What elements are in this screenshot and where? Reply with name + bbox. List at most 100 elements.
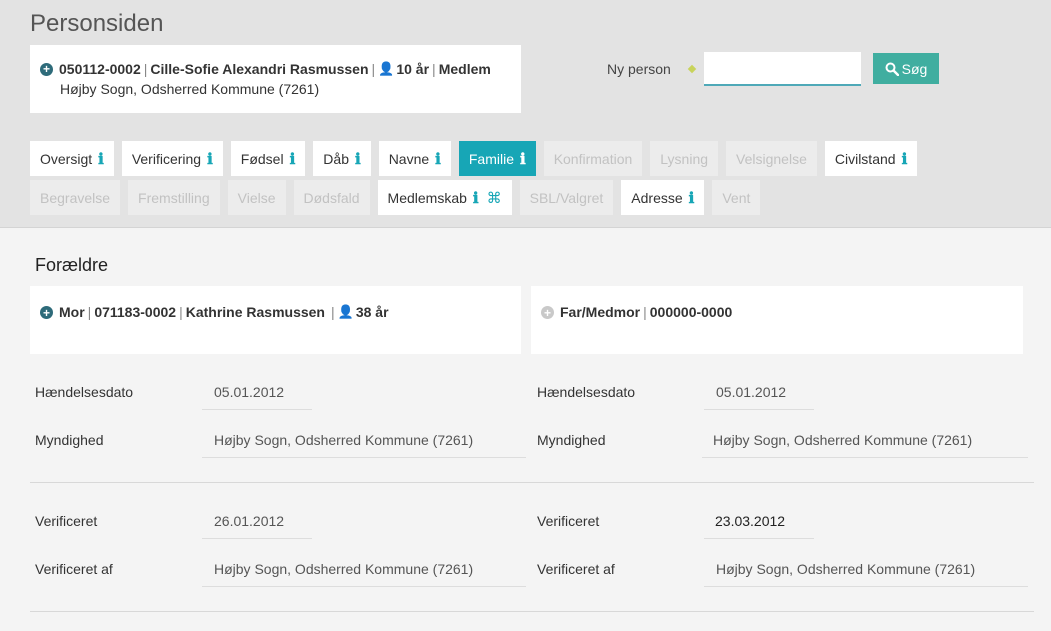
father-role: Far/Medmor — [560, 304, 641, 320]
father-authority-value: Højby Sogn, Odsherred Kommune (7261) — [702, 432, 1028, 458]
female-person-icon: 👤 — [337, 304, 354, 319]
mother-card: + Mor | 071183-0002 | Kathrine Rasmussen… — [30, 286, 521, 354]
tab-label: Velsignelse — [736, 150, 807, 167]
info-icon[interactable]: ℹ — [207, 150, 213, 168]
father-authority-label: Myndighed — [537, 432, 606, 448]
info-icon[interactable]: ℹ — [290, 150, 296, 168]
tab-label: Familie — [468, 150, 514, 167]
separator: | — [643, 304, 647, 320]
separator: | — [432, 61, 436, 77]
divider — [30, 482, 1034, 483]
father-event-date-label: Hændelsesdato — [537, 384, 636, 400]
tab-civilstand[interactable]: Civilstand ℹ — [824, 141, 918, 176]
person-status: Medlem — [438, 61, 491, 77]
mother-verified-by-value: Højby Sogn, Odsherred Kommune (7261) — [202, 561, 526, 587]
tab-label: Vent — [722, 189, 751, 206]
person-parish: Højby Sogn, Odsherred Kommune (7261) — [60, 81, 320, 97]
tab-label: Dødsfald — [303, 189, 360, 206]
father-verified-label: Verificeret — [537, 513, 600, 529]
tab-dab[interactable]: Dåb ℹ — [313, 141, 371, 176]
tab-label: Fremstilling — [138, 189, 210, 206]
mother-authority-label: Myndighed — [35, 432, 104, 448]
info-icon[interactable]: ℹ — [435, 150, 441, 168]
search-button-label: Søg — [901, 60, 928, 77]
mother-age: 38 år — [355, 304, 389, 320]
tab-adresse[interactable]: Adresse ℹ — [621, 180, 705, 215]
expand-plus-icon[interactable]: + — [40, 62, 53, 76]
tab-label: Civilstand — [834, 150, 896, 167]
tab-label: Dåb — [323, 150, 349, 167]
info-icon[interactable]: ℹ — [355, 150, 361, 168]
mother-authority-value: Højby Sogn, Odsherred Kommune (7261) — [202, 432, 526, 458]
tab-label: Begravelse — [40, 189, 111, 206]
tab-label: Adresse — [631, 189, 683, 206]
tab-label: Konfirmation — [553, 150, 633, 167]
tab-dodsfald: Dødsfald — [293, 180, 370, 215]
tab-label: Verificering — [131, 150, 202, 167]
father-card: + Far/Medmor | 000000-0000 — [531, 286, 1023, 354]
tab-vielse: Vielse — [227, 180, 286, 215]
mother-verified-by-label: Verificeret af — [35, 561, 113, 577]
separator: | — [331, 304, 335, 320]
mother-verified-label: Verificeret — [35, 513, 98, 529]
info-icon[interactable]: ℹ — [473, 189, 479, 207]
tab-medlemskab[interactable]: Medlemskab ℹ ⌘ — [377, 180, 512, 215]
tab-row-1: Oversigt ℹ Verificering ℹ Fødsel ℹ Dåb ℹ Navne ℹ F… — [30, 141, 918, 176]
tab-fodsel[interactable]: Fødsel ℹ — [230, 141, 306, 176]
tab-begravelse: Begravelse — [30, 180, 121, 215]
person-card: + 050112-0002 | Cille-Sofie Alexandri Ra… — [30, 45, 521, 113]
info-icon[interactable]: ℹ — [902, 150, 908, 168]
tab-oversigt[interactable]: Oversigt ℹ — [30, 141, 114, 176]
father-verified-value: 23.03.2012 — [704, 513, 814, 539]
tab-navne[interactable]: Navne ℹ — [378, 141, 451, 176]
command-icon[interactable]: ⌘ — [487, 189, 502, 207]
tab-vent: Vent — [712, 180, 761, 215]
header-area: Personsiden + 050112-0002 | Cille-Sofie … — [0, 0, 1051, 228]
expand-plus-icon[interactable]: + — [541, 306, 554, 319]
mother-cpr: 071183-0002 — [94, 304, 177, 320]
mother-verified-value: 26.01.2012 — [202, 513, 312, 539]
divider — [30, 611, 1034, 612]
separator: | — [371, 61, 376, 77]
search-icon — [885, 62, 899, 76]
tab-fremstilling: Fremstilling — [128, 180, 220, 215]
info-icon[interactable]: ℹ — [689, 189, 695, 207]
separator: | — [87, 304, 92, 320]
tab-label: Fødsel — [240, 150, 284, 167]
mother-event-date-value: 05.01.2012 — [202, 384, 312, 410]
father-verified-by-value: Højby Sogn, Odsherred Kommune (7261) — [704, 561, 1028, 587]
mother-name: Kathrine Rasmussen — [185, 304, 325, 320]
father-verified-by-label: Verificeret af — [537, 561, 615, 577]
mother-event-date-label: Hændelsesdato — [35, 384, 134, 400]
tab-lysning: Lysning — [650, 141, 719, 176]
father-event-date-value: 05.01.2012 — [704, 384, 814, 410]
separator: | — [179, 304, 183, 320]
page-title: Personsiden — [30, 10, 164, 37]
separator: | — [143, 61, 148, 77]
info-icon[interactable]: ℹ — [98, 150, 104, 168]
female-person-icon: 👤 — [378, 61, 395, 76]
person-name: Cille-Sofie Alexandri Rasmussen — [150, 61, 369, 77]
tab-label: Medlemskab — [387, 189, 467, 206]
person-cpr: 050112-0002 — [59, 61, 141, 77]
tab-familie[interactable]: Familie ℹ — [458, 141, 536, 176]
required-diamond-icon — [687, 64, 697, 74]
person-age: 10 år — [396, 61, 430, 77]
tab-label: SBL/Valgret — [529, 189, 604, 206]
section-title-parents: Forældre — [35, 255, 109, 275]
expand-plus-icon[interactable]: + — [40, 306, 53, 319]
tab-row-2: Begravelse Fremstilling Vielse Dødsfald Medl… — [30, 180, 761, 215]
father-cpr: 000000-0000 — [649, 304, 733, 320]
tab-label: Navne — [388, 150, 430, 167]
tab-verificering[interactable]: Verificering ℹ — [121, 141, 223, 176]
new-person-label: Ny person — [607, 61, 671, 77]
mother-role: Mor — [59, 304, 85, 320]
search-button[interactable]: Søg — [873, 53, 939, 84]
tab-label: Lysning — [660, 150, 709, 167]
info-icon[interactable]: ℹ — [520, 150, 526, 168]
tab-label: Oversigt — [40, 150, 93, 167]
new-person-search-input[interactable] — [704, 52, 861, 86]
tab-konfirmation: Konfirmation — [543, 141, 643, 176]
tab-sbl-valgret: SBL/Valgret — [519, 180, 614, 215]
tab-velsignelse: Velsignelse — [726, 141, 817, 176]
